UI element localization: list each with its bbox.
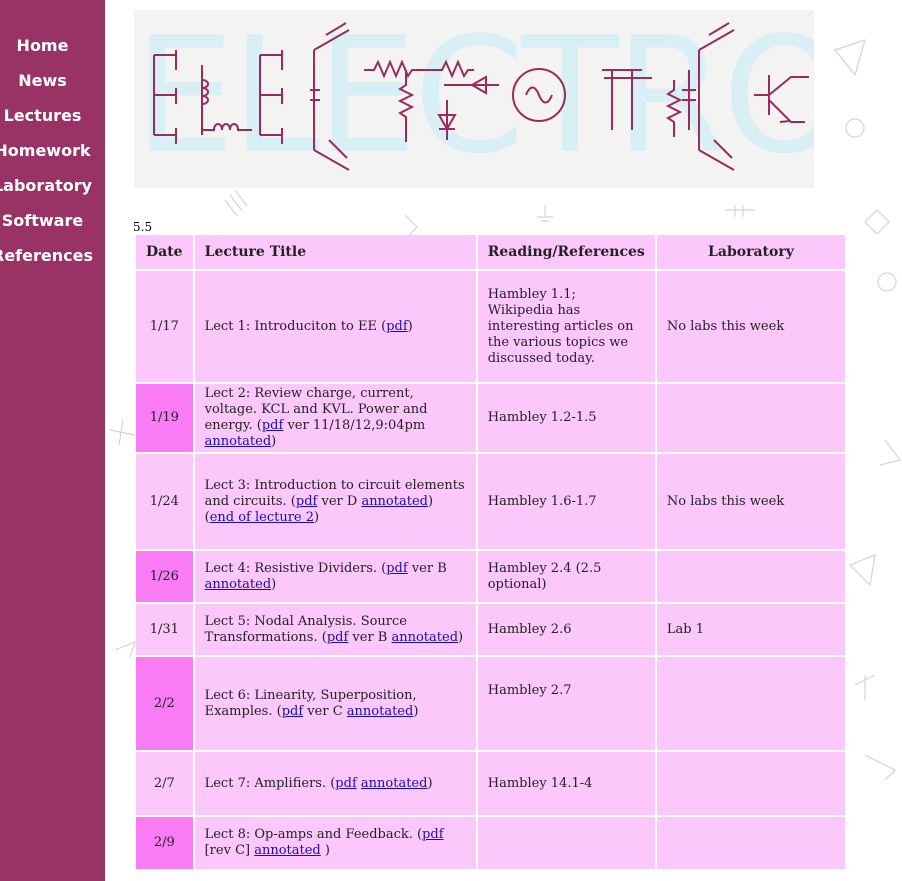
annotated-link[interactable]: annotated bbox=[205, 577, 272, 592]
annotated-link[interactable]: annotated bbox=[391, 630, 458, 645]
table-row: 1/26 Lect 4: Resistive Dividers. (pdf ve… bbox=[136, 551, 845, 602]
page-marker: 5.5 bbox=[133, 220, 153, 234]
table-row: 1/17 Lect 1: Introduciton to EE (pdf) Ha… bbox=[136, 271, 845, 382]
table-row: 1/19 Lect 2: Review charge, current, vol… bbox=[136, 384, 845, 452]
row-date: 1/24 bbox=[136, 454, 193, 549]
nav-item-references[interactable]: References bbox=[0, 246, 105, 266]
table-row: 2/9 Lect 8: Op-amps and Feedback. (pdf [… bbox=[136, 817, 845, 869]
row-title: Lect 3: Introduction to circuit elements… bbox=[194, 454, 476, 549]
row-lab bbox=[656, 551, 845, 602]
nav-item-laboratory[interactable]: Laboratory bbox=[0, 176, 105, 196]
row-title: Lect 4: Resistive Dividers. (pdf ver B a… bbox=[194, 551, 476, 602]
banner-circuit-symbols bbox=[153, 22, 809, 171]
row-lab: No labs this week bbox=[656, 271, 845, 382]
nav-item-lectures[interactable]: Lectures bbox=[0, 106, 105, 126]
sidebar-nav: Home News Lectures Homework Laboratory S… bbox=[0, 0, 105, 881]
row-reading: Hambley 1.6-1.7 bbox=[477, 454, 655, 549]
row-reading: Hambley 2.6 bbox=[477, 604, 655, 655]
annotated-link[interactable]: annotated bbox=[361, 776, 428, 791]
row-reading bbox=[477, 817, 655, 869]
row-title: Lect 1: Introduciton to EE (pdf) bbox=[194, 271, 476, 382]
row-lab bbox=[656, 817, 845, 869]
row-reading: Hambley 1.2-1.5 bbox=[477, 384, 655, 452]
row-date: 2/9 bbox=[136, 817, 193, 869]
row-date: 1/26 bbox=[136, 551, 193, 602]
row-date: 2/7 bbox=[136, 752, 193, 815]
end-of-lecture-link[interactable]: end of lecture 2 bbox=[210, 510, 314, 525]
pdf-link[interactable]: pdf bbox=[282, 704, 303, 719]
nav-item-homework[interactable]: Homework bbox=[0, 141, 105, 161]
pdf-link[interactable]: pdf bbox=[262, 418, 283, 433]
table-row: 2/7 Lect 7: Amplifiers. (pdf annotated) … bbox=[136, 752, 845, 815]
row-lab bbox=[656, 384, 845, 452]
row-title: Lect 7: Amplifiers. (pdf annotated) bbox=[194, 752, 476, 815]
header-date: Date bbox=[136, 235, 193, 269]
nav-item-home[interactable]: Home bbox=[0, 36, 105, 56]
pdf-link[interactable]: pdf bbox=[335, 776, 356, 791]
pdf-link[interactable]: pdf bbox=[296, 494, 317, 509]
row-date: 1/17 bbox=[136, 271, 193, 382]
row-reading: Hambley 14.1-4 bbox=[477, 752, 655, 815]
electronics-banner: ELECTRONICS bbox=[134, 10, 814, 188]
row-date: 1/31 bbox=[136, 604, 193, 655]
row-title: Lect 5: Nodal Analysis. Source Transform… bbox=[194, 604, 476, 655]
annotated-link[interactable]: annotated bbox=[205, 434, 272, 449]
pdf-link[interactable]: pdf bbox=[386, 319, 407, 334]
row-lab bbox=[656, 752, 845, 815]
row-title: Lect 8: Op-amps and Feedback. (pdf [rev … bbox=[194, 817, 476, 869]
row-date: 1/19 bbox=[136, 384, 193, 452]
row-title: Lect 2: Review charge, current, voltage.… bbox=[194, 384, 476, 452]
nav-item-news[interactable]: News bbox=[0, 71, 105, 91]
row-lab: Lab 1 bbox=[656, 604, 845, 655]
row-reading: Hambley 1.1; Wikipedia has interesting a… bbox=[477, 271, 655, 382]
header-reading: Reading/References bbox=[477, 235, 655, 269]
pdf-link[interactable]: pdf bbox=[386, 561, 407, 576]
table-row: 2/2 Lect 6: Linearity, Superposition, Ex… bbox=[136, 657, 845, 750]
lectures-table: Date Lecture Title Reading/References La… bbox=[134, 233, 847, 871]
row-title: Lect 6: Linearity, Superposition, Exampl… bbox=[194, 657, 476, 750]
table-row: 1/31 Lect 5: Nodal Analysis. Source Tran… bbox=[136, 604, 845, 655]
table-header-row: Date Lecture Title Reading/References La… bbox=[136, 235, 845, 269]
pdf-link[interactable]: pdf bbox=[422, 827, 443, 842]
pdf-link[interactable]: pdf bbox=[327, 630, 348, 645]
row-reading: Hambley 2.4 (2.5 optional) bbox=[477, 551, 655, 602]
row-date: 2/2 bbox=[136, 657, 193, 750]
row-lab: No labs this week bbox=[656, 454, 845, 549]
annotated-link[interactable]: annotated bbox=[347, 704, 414, 719]
row-reading: Hambley 2.7 bbox=[477, 657, 655, 750]
annotated-link[interactable]: annotated bbox=[361, 494, 428, 509]
table-row: 1/24 Lect 3: Introduction to circuit ele… bbox=[136, 454, 845, 549]
header-lab: Laboratory bbox=[656, 235, 845, 269]
header-title: Lecture Title bbox=[194, 235, 476, 269]
row-lab bbox=[656, 657, 845, 750]
nav-item-software[interactable]: Software bbox=[0, 211, 105, 231]
annotated-link[interactable]: annotated bbox=[254, 843, 321, 858]
